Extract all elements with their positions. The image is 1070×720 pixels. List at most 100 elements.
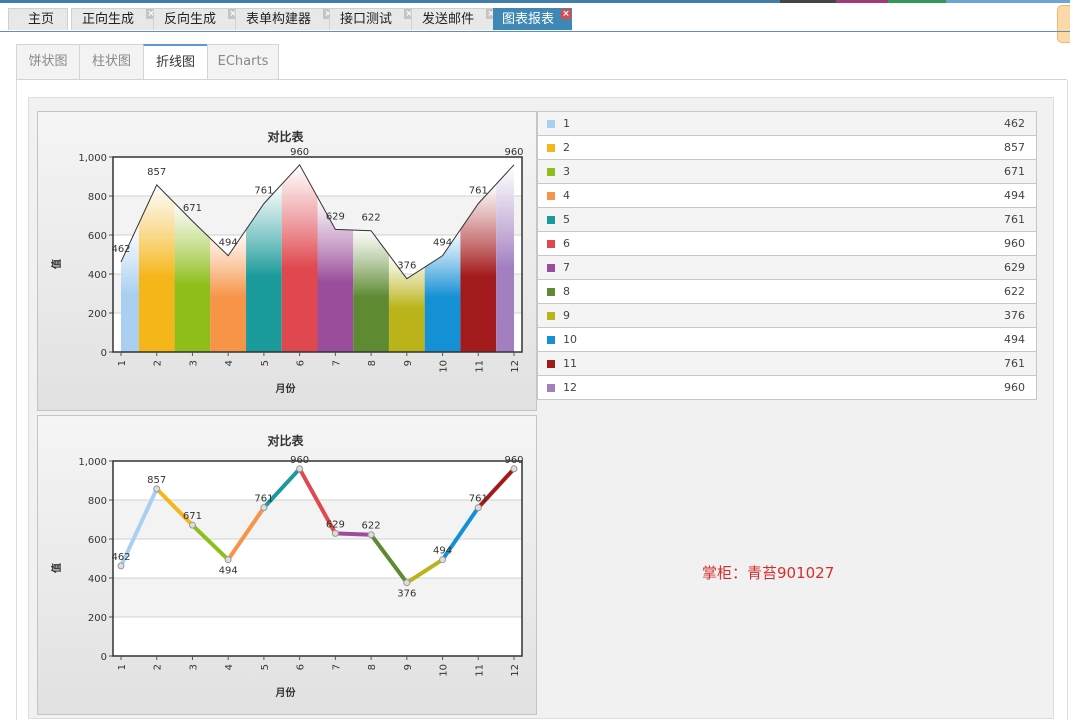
legend-row[interactable]: 6 960 bbox=[537, 232, 1037, 256]
data-point bbox=[153, 485, 161, 493]
y-axis-title: 值 bbox=[50, 259, 63, 269]
data-label: 622 bbox=[362, 521, 381, 532]
tab-send-mail[interactable]: 发送邮件 × bbox=[411, 8, 497, 30]
close-icon[interactable]: × bbox=[561, 9, 571, 19]
y-tick-label: 1,000 bbox=[78, 153, 107, 164]
legend-row[interactable]: 9 376 bbox=[537, 304, 1037, 328]
data-point bbox=[188, 521, 196, 529]
x-tick-label: 10 bbox=[439, 360, 450, 373]
tab-pie-chart[interactable]: 饼状图 bbox=[16, 44, 80, 80]
top-accent-bar bbox=[0, 0, 1070, 3]
data-label: 960 bbox=[504, 147, 523, 158]
legend-value: 622 bbox=[1004, 285, 1025, 298]
x-tick-label: 5 bbox=[260, 360, 271, 366]
legend-row[interactable]: 2 857 bbox=[537, 136, 1037, 160]
data-point bbox=[260, 504, 268, 512]
legend-name: 8 bbox=[563, 285, 570, 298]
x-tick-label: 2 bbox=[153, 664, 164, 670]
data-label: 761 bbox=[254, 186, 273, 197]
tab-echarts[interactable]: ECharts bbox=[207, 44, 279, 80]
legend-value: 857 bbox=[1004, 141, 1025, 154]
x-tick-label: 4 bbox=[224, 664, 235, 670]
y-tick-label: 800 bbox=[88, 192, 107, 203]
tab-forward-generate[interactable]: 正向生成 × bbox=[71, 8, 157, 30]
legend-value: 629 bbox=[1004, 261, 1025, 274]
legend-row[interactable]: 10 494 bbox=[537, 328, 1037, 352]
legend-swatch bbox=[547, 120, 555, 128]
data-label: 671 bbox=[183, 511, 202, 522]
tab-label: 接口测试 bbox=[340, 12, 393, 27]
x-tick-label: 11 bbox=[474, 360, 485, 373]
y-tick-label: 400 bbox=[88, 574, 107, 585]
legend-row[interactable]: 7 629 bbox=[537, 256, 1037, 280]
y-tick-label: 800 bbox=[88, 496, 107, 507]
legend-row[interactable]: 3 671 bbox=[537, 160, 1037, 184]
legend-value: 960 bbox=[1004, 237, 1025, 250]
legend-swatch bbox=[547, 336, 555, 344]
legend-name: 4 bbox=[563, 189, 570, 202]
x-tick-label: 6 bbox=[296, 360, 307, 366]
x-axis-title: 月份 bbox=[275, 686, 297, 699]
x-tick-label: 1 bbox=[117, 664, 128, 670]
legend-row[interactable]: 4 494 bbox=[537, 184, 1037, 208]
legend-swatch bbox=[547, 288, 555, 296]
line-chart-container: 0 200 400 600 800 1,000 462 857 671 494 761 960 629 6… bbox=[37, 415, 537, 715]
data-point bbox=[367, 531, 375, 539]
main-tab-bar: 主页 正向生成 × 反向生成 × 表单构建器 × 接口测试 × 发送邮件 × 图… bbox=[0, 8, 1070, 32]
legend-row[interactable]: 5 761 bbox=[537, 208, 1037, 232]
tab-label: 反向生成 bbox=[164, 12, 217, 27]
legend-value: 761 bbox=[1004, 213, 1025, 226]
y-tick-label: 600 bbox=[88, 231, 107, 242]
data-point bbox=[439, 556, 447, 564]
data-point bbox=[331, 529, 339, 537]
legend-name: 10 bbox=[563, 333, 577, 346]
data-label: 629 bbox=[326, 211, 345, 222]
legend-row[interactable]: 8 622 bbox=[537, 280, 1037, 304]
area-chart-container: 0 200 400 600 800 1,000 462 857 671 494 761 960 629 6… bbox=[37, 111, 537, 411]
line-chart: 02004006008001,000462857671494761960629 6… bbox=[50, 433, 524, 699]
tab-home[interactable]: 主页 bbox=[8, 8, 68, 30]
data-label: 494 bbox=[219, 566, 238, 577]
tab-api-test[interactable]: 接口测试 × bbox=[329, 8, 415, 30]
x-tick-label: 9 bbox=[403, 360, 414, 366]
data-label: 960 bbox=[290, 147, 309, 158]
legend-name: 7 bbox=[563, 261, 570, 274]
legend-swatch bbox=[547, 360, 555, 368]
y-axis-title: 值 bbox=[50, 563, 63, 573]
grid-band bbox=[113, 578, 522, 617]
line-segment bbox=[333, 531, 374, 537]
area-segment bbox=[496, 164, 514, 352]
legend-name: 3 bbox=[563, 165, 570, 178]
legend-name: 11 bbox=[563, 357, 577, 370]
shopkeeper-note: 掌柜：青苔901027 bbox=[702, 564, 835, 582]
legend-row[interactable]: 1 462 bbox=[537, 111, 1037, 136]
x-tick-label: 6 bbox=[296, 664, 307, 670]
tab-reverse-generate[interactable]: 反向生成 × bbox=[153, 8, 239, 30]
area-chart: 02004006008001,000462857671494761960629 6… bbox=[50, 129, 524, 395]
legend-name: 9 bbox=[563, 309, 570, 322]
legend-value: 960 bbox=[1004, 381, 1025, 394]
data-label: 376 bbox=[397, 261, 416, 272]
tab-label: 正向生成 bbox=[82, 12, 135, 27]
tab-form-builder[interactable]: 表单构建器 × bbox=[235, 8, 334, 30]
tab-label: 主页 bbox=[28, 12, 55, 27]
tab-chart-report[interactable]: 图表报表 × bbox=[493, 8, 572, 30]
y-tick-label: 1,000 bbox=[78, 457, 107, 468]
plot-area bbox=[113, 461, 522, 656]
legend-name: 1 bbox=[563, 117, 570, 130]
tab-line-chart[interactable]: 折线图 bbox=[143, 44, 208, 80]
legend-name: 12 bbox=[563, 381, 577, 394]
tab-bar-chart[interactable]: 柱状图 bbox=[79, 44, 144, 80]
legend-row[interactable]: 11 761 bbox=[537, 352, 1037, 376]
legend-swatch bbox=[547, 144, 555, 152]
data-point bbox=[403, 579, 411, 587]
tab-label: 发送邮件 bbox=[422, 12, 475, 27]
data-label: 629 bbox=[326, 519, 345, 530]
legend-value: 494 bbox=[1004, 333, 1025, 346]
data-label: 462 bbox=[111, 552, 130, 563]
legend-row[interactable]: 12 960 bbox=[537, 376, 1037, 400]
legend-swatch bbox=[547, 240, 555, 248]
y-tick-label: 0 bbox=[101, 348, 107, 359]
tab-label: ECharts bbox=[217, 54, 269, 69]
data-label: 494 bbox=[219, 238, 238, 249]
